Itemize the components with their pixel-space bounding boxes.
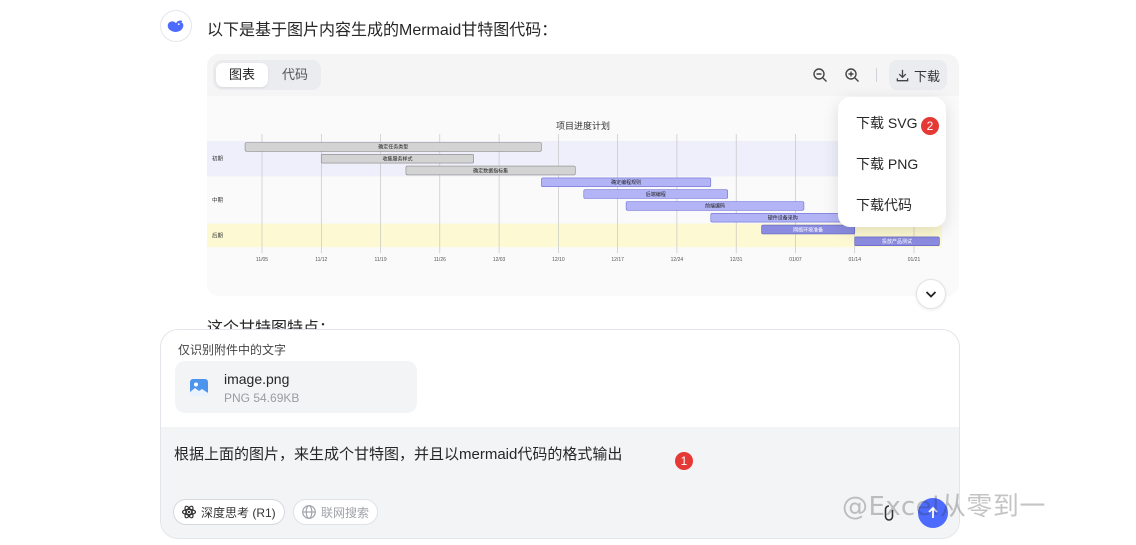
gantt-task-label: 后端编程 (646, 191, 666, 198)
gantt-task-label: 确定数据指标集 (473, 167, 508, 174)
download-label: 下载 (914, 68, 941, 84)
gantt-task-label: 投放产品测试 (882, 238, 912, 245)
expand-button[interactable] (916, 279, 946, 309)
gantt-section-label: 后期 (212, 231, 224, 239)
deep-think-label: 深度思考 (R1) (201, 505, 276, 520)
assistant-avatar (160, 10, 192, 42)
gantt-section-label: 初期 (212, 155, 224, 163)
menu-item-download-code[interactable]: 下载代码 (856, 195, 912, 215)
step-badge-1: 1 (675, 452, 693, 470)
zoom-out-icon[interactable] (811, 66, 829, 84)
message-composer: 仅识别附件中的文字 image.png PNG 54.69KB 根据上面的图片，… (160, 329, 960, 539)
tab-code[interactable]: 代码 (269, 63, 321, 87)
attachment-meta: PNG 54.69KB (224, 391, 300, 405)
gantt-x-tick-label: 12/31 (730, 257, 743, 263)
atom-icon (181, 505, 197, 519)
menu-item-download-png[interactable]: 下载 PNG (856, 154, 918, 174)
deep-think-toggle[interactable]: 深度思考 (R1) (173, 499, 285, 525)
gantt-x-tick-label: 11/12 (315, 257, 327, 263)
gantt-x-tick-label: 01/14 (848, 257, 861, 263)
image-file-icon (189, 379, 208, 397)
gantt-task-label: 收集服务样式 (382, 156, 412, 163)
tab-chart[interactable]: 图表 (216, 63, 268, 87)
attachment-hint: 仅识别附件中的文字 (178, 343, 287, 357)
gantt-task-label: 确定任务类型 (378, 144, 408, 151)
chevron-down-icon (925, 291, 937, 298)
watermark: @Excel从零到一 (842, 492, 1046, 522)
gantt-task-label: 网络环境准备 (793, 226, 823, 233)
message-input[interactable]: 根据上面的图片，来生成个甘特图，并且以mermaid代码的格式输出 1 深度思考… (161, 427, 959, 538)
gantt-task-label: 前端编码 (705, 203, 725, 210)
web-search-label: 联网搜索 (321, 505, 370, 520)
assistant-intro-text: 以下是基于图片内容生成的Mermaid甘特图代码： (207, 22, 558, 39)
chat-page: 以下是基于图片内容生成的Mermaid甘特图代码： 图表 代码 下载 11/05… (0, 0, 1136, 545)
gantt-x-tick-label: 12/10 (552, 257, 565, 263)
gantt-x-tick-label: 11/05 (256, 257, 268, 263)
response-continued-text: 这个甘特图特点： (207, 320, 336, 330)
gantt-x-tick-label: 12/17 (611, 257, 624, 263)
gantt-task-label: 确定编程规则 (611, 179, 641, 186)
message-input-text[interactable]: 根据上面的图片，来生成个甘特图，并且以mermaid代码的格式输出 (174, 443, 622, 464)
diagram-toolbar: 图表 代码 下载 (207, 54, 959, 96)
download-menu: 下载 SVG 下载 PNG 下载代码 2 (838, 97, 946, 227)
attachment-name: image.png (224, 371, 290, 387)
gantt-x-tick-label: 12/03 (493, 257, 506, 263)
gantt-x-tick-label: 12/24 (671, 257, 684, 263)
gantt-x-tick-label: 01/07 (789, 257, 802, 263)
view-toggle: 图表 代码 (213, 60, 321, 90)
whale-logo-icon (167, 20, 184, 32)
menu-item-download-svg[interactable]: 下载 SVG (856, 113, 917, 133)
toolbar-divider (876, 68, 877, 82)
gantt-x-tick-label: 11/26 (434, 257, 446, 263)
download-icon (896, 69, 909, 81)
step-badge-2: 2 (921, 117, 939, 135)
gantt-title: 项目进度计划 (556, 120, 610, 131)
gantt-x-tick-label: 01/21 (908, 257, 921, 263)
gantt-task-label: 硬件设备采购 (768, 215, 798, 222)
download-button[interactable]: 下载 (889, 60, 947, 90)
gantt-section-label: 中期 (212, 196, 224, 204)
web-search-toggle[interactable]: 联网搜索 (293, 499, 379, 525)
zoom-in-icon[interactable] (843, 66, 861, 84)
attachment-card[interactable]: image.png PNG 54.69KB (175, 361, 417, 413)
gantt-x-tick-label: 11/19 (374, 257, 386, 263)
globe-icon (302, 505, 316, 519)
